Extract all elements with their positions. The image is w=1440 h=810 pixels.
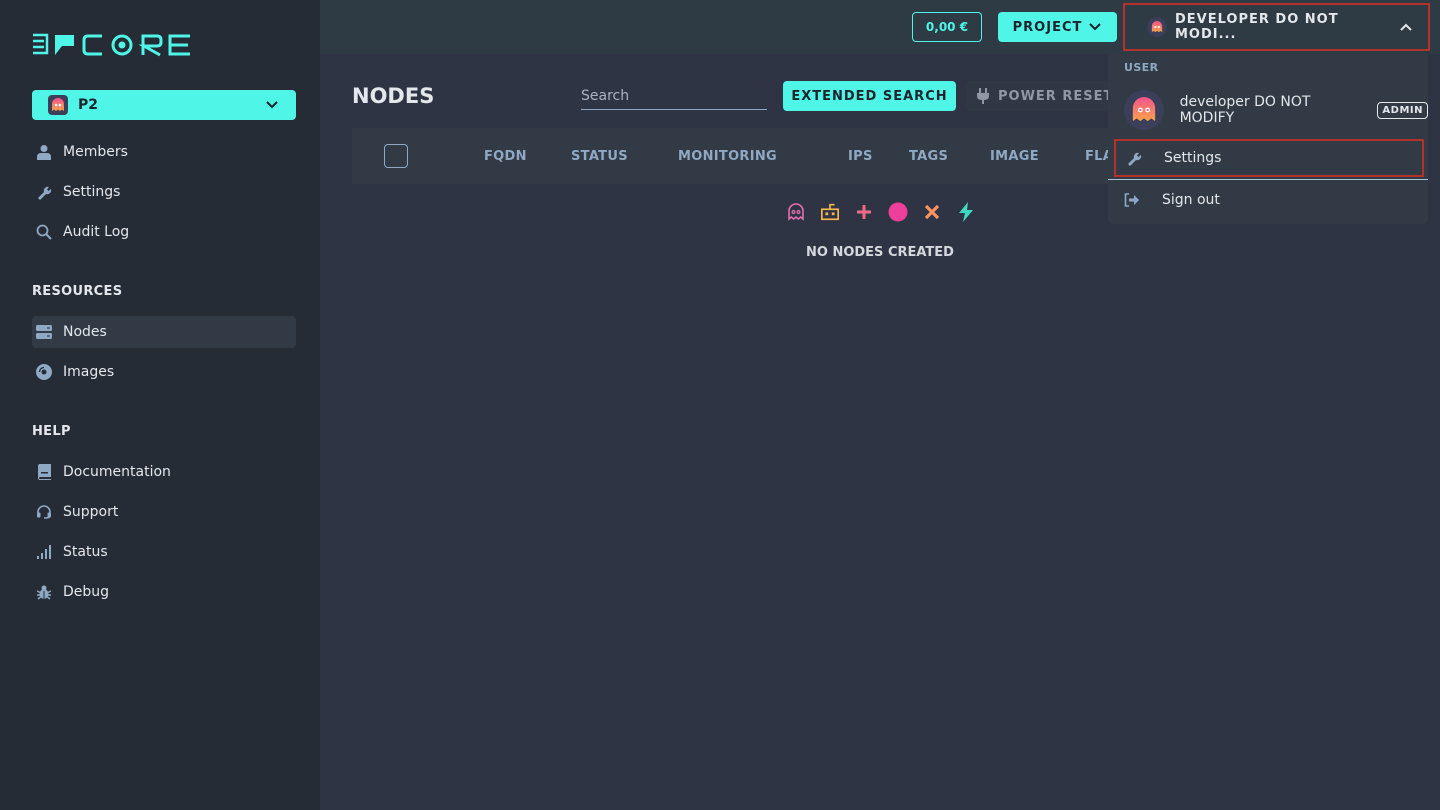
project-name: P2	[78, 97, 99, 113]
dropdown-user-info: developer DO NOT MODIFY ADMIN	[1124, 90, 1428, 130]
headset-icon	[36, 504, 52, 520]
empty-state-icons	[786, 200, 976, 224]
table-header: FQDN STATUS MONITORING IPS TAGS IMAGE FL…	[352, 128, 1120, 184]
extended-search-button[interactable]: EXTENDED SEARCH	[783, 81, 956, 111]
dropdown-divider	[1108, 179, 1428, 180]
robot-icon	[820, 200, 840, 224]
user-menu-button[interactable]: DEVELOPER DO NOT MODI...	[1123, 3, 1430, 51]
column-image[interactable]: IMAGE	[990, 149, 1039, 164]
power-reset-button[interactable]: POWER RESET	[966, 81, 1116, 111]
chevron-up-icon	[1400, 23, 1412, 31]
search-icon	[36, 224, 52, 240]
disc-icon	[36, 364, 52, 380]
select-all-checkbox[interactable]	[384, 144, 408, 168]
sidebar-item-support[interactable]: Support	[32, 496, 296, 528]
sidebar-item-status[interactable]: Status	[32, 536, 296, 568]
book-icon	[36, 464, 52, 480]
dropdown-item-label: Sign out	[1162, 192, 1220, 208]
dropdown-section-title: USER	[1124, 61, 1159, 74]
sidebar-item-audit-log[interactable]: Audit Log	[32, 216, 296, 248]
sidebar-item-images[interactable]: Images	[32, 356, 296, 388]
sidebar-item-settings[interactable]: Settings	[32, 176, 296, 208]
project-menu-button[interactable]: PROJECT	[998, 12, 1117, 42]
dropdown-item-settings[interactable]: Settings	[1114, 139, 1424, 177]
bolt-icon	[956, 200, 976, 224]
sign-out-icon	[1124, 192, 1140, 208]
user-button-label: DEVELOPER DO NOT MODI...	[1175, 12, 1339, 42]
column-status[interactable]: STATUS	[571, 149, 628, 164]
ghost-icon	[786, 200, 806, 224]
bug-icon	[36, 584, 52, 600]
user-avatar	[1124, 90, 1164, 130]
ghost-avatar-icon	[48, 95, 68, 115]
page-title: NODES	[352, 84, 435, 108]
sidebar: P2 Members Settings Audit Log RESOURCES …	[0, 0, 320, 810]
sidebar-item-label: Nodes	[63, 324, 107, 340]
sidebar-item-label: Audit Log	[63, 224, 130, 240]
dropdown-item-label: Settings	[1164, 150, 1222, 166]
sidebar-item-label: Members	[63, 144, 128, 160]
column-monitoring[interactable]: MONITORING	[678, 149, 777, 164]
dropdown-item-sign-out[interactable]: Sign out	[1114, 181, 1424, 219]
admin-badge: ADMIN	[1377, 101, 1428, 119]
power-reset-label: POWER RESET	[998, 88, 1114, 104]
user-avatar-icon	[1147, 17, 1167, 37]
x-icon	[922, 200, 942, 224]
empty-state-text: NO NODES CREATED	[806, 245, 954, 260]
server-icon	[36, 324, 52, 340]
help-heading: HELP	[32, 424, 71, 439]
plug-icon	[977, 88, 989, 104]
chevron-down-icon	[266, 101, 278, 109]
user-dropdown-menu: USER developer DO NOT MODIFY ADMIN Setti…	[1108, 54, 1428, 224]
logo-icon	[33, 33, 190, 57]
column-tags[interactable]: TAGS	[909, 149, 948, 164]
plus-icon	[854, 200, 874, 224]
sidebar-item-label: Documentation	[63, 464, 171, 480]
wrench-icon	[1126, 150, 1142, 166]
project-button-label: PROJECT	[1012, 19, 1083, 35]
sidebar-item-members[interactable]: Members	[32, 136, 296, 168]
circle-icon	[888, 200, 908, 224]
wrench-icon	[36, 184, 52, 200]
sidebar-item-label: Images	[63, 364, 115, 380]
sidebar-item-label: Settings	[63, 184, 121, 200]
sidebar-item-nodes[interactable]: Nodes	[32, 316, 296, 348]
sidebar-item-documentation[interactable]: Documentation	[32, 456, 296, 488]
chevron-down-icon	[1089, 23, 1102, 31]
balance-badge[interactable]: 0,00 €	[912, 12, 982, 42]
user-icon	[36, 144, 52, 160]
sidebar-item-label: Support	[63, 504, 119, 520]
sidebar-item-debug[interactable]: Debug	[32, 576, 296, 608]
column-ips[interactable]: IPS	[848, 149, 873, 164]
sidebar-item-label: Status	[63, 544, 108, 560]
search-input[interactable]	[581, 82, 767, 110]
sidebar-item-label: Debug	[63, 584, 110, 600]
resources-heading: RESOURCES	[32, 284, 123, 299]
signal-icon	[36, 544, 52, 560]
project-selector[interactable]: P2	[32, 90, 296, 120]
column-fqdn[interactable]: FQDN	[484, 149, 527, 164]
dropdown-user-name: developer DO NOT MODIFY	[1179, 94, 1311, 126]
core-logo[interactable]	[32, 30, 194, 60]
